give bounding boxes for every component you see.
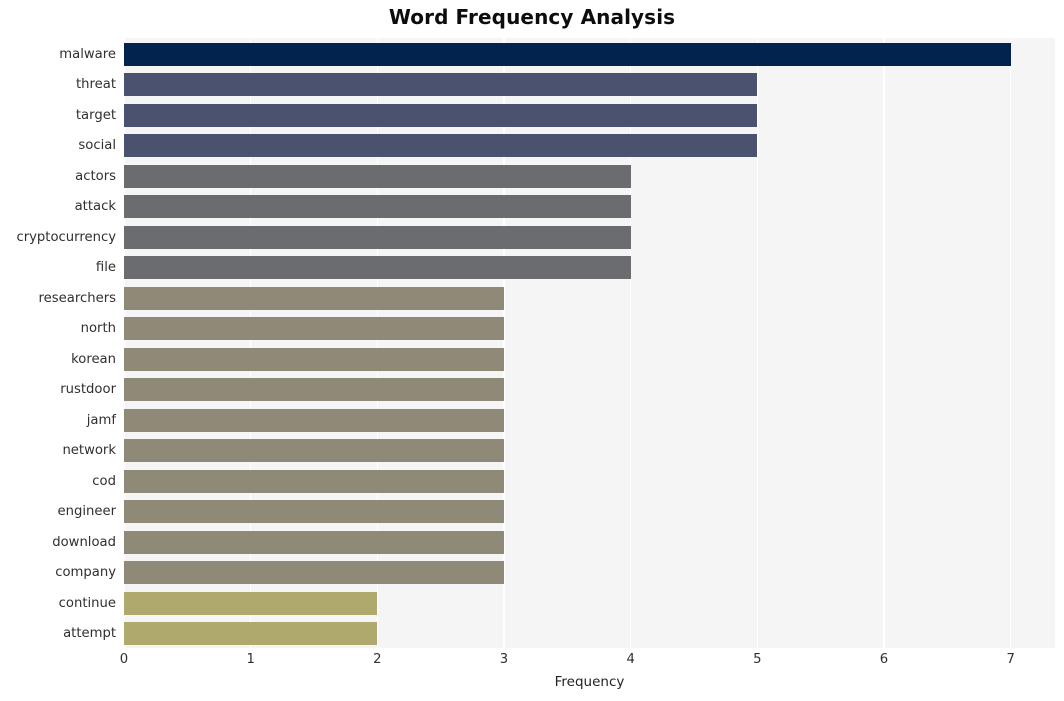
bar-engineer[interactable] bbox=[124, 500, 504, 524]
bar-row bbox=[124, 164, 1055, 188]
bar-row bbox=[124, 439, 1055, 463]
y-tick-label-attack: attack bbox=[74, 199, 116, 215]
bar-row bbox=[124, 73, 1055, 97]
x-tick-label-5: 5 bbox=[753, 652, 762, 667]
y-tick-label-threat: threat bbox=[75, 77, 116, 93]
bar-network[interactable] bbox=[124, 439, 504, 463]
bar-cryptocurrency[interactable] bbox=[124, 225, 631, 249]
x-tick-label-3: 3 bbox=[499, 652, 509, 667]
bar-threat[interactable] bbox=[124, 73, 758, 97]
gridline-x-3 bbox=[503, 38, 505, 648]
x-tick-label-2: 2 bbox=[373, 652, 382, 667]
gridline-x-1 bbox=[249, 38, 252, 648]
bar-row bbox=[124, 530, 1055, 554]
bar-row bbox=[124, 591, 1055, 615]
bar-download[interactable] bbox=[124, 530, 504, 554]
bar-target[interactable] bbox=[124, 103, 758, 127]
bar-company[interactable] bbox=[124, 561, 504, 585]
bar-continue[interactable] bbox=[124, 591, 378, 615]
bar-jamf[interactable] bbox=[124, 408, 504, 432]
y-tick-label-target: target bbox=[75, 107, 116, 123]
bar-actors[interactable] bbox=[124, 164, 631, 188]
bar-row bbox=[124, 225, 1055, 249]
bar-row bbox=[124, 622, 1055, 646]
bar-row bbox=[124, 195, 1055, 219]
gridline-x-6 bbox=[883, 38, 885, 648]
bar-row bbox=[124, 500, 1055, 524]
gridline-x-0 bbox=[124, 38, 125, 648]
bar-rustdoor[interactable] bbox=[124, 378, 504, 402]
bar-row bbox=[124, 378, 1055, 402]
bar-social[interactable] bbox=[124, 134, 758, 158]
x-tick-label-6: 6 bbox=[879, 652, 889, 667]
y-tick-label-company: company bbox=[55, 565, 116, 581]
y-tick-label-network: network bbox=[62, 443, 116, 459]
bar-row bbox=[124, 317, 1055, 341]
y-tick-label-download: download bbox=[52, 534, 116, 550]
bar-row bbox=[124, 469, 1055, 493]
chart-figure: Word Frequency Analysis malware threat tar… bbox=[0, 0, 1064, 701]
y-tick-label-social: social bbox=[78, 138, 116, 154]
gridline-x-7 bbox=[1009, 38, 1012, 648]
y-tick-label-attempt: attempt bbox=[63, 626, 116, 642]
y-tick-label-cryptocurrency: cryptocurrency bbox=[16, 229, 116, 245]
y-tick-label-actors: actors bbox=[75, 168, 116, 184]
x-tick-label-4: 4 bbox=[626, 652, 635, 667]
bar-row bbox=[124, 256, 1055, 280]
y-tick-label-file: file bbox=[95, 260, 116, 276]
gridline-x-5 bbox=[756, 38, 759, 648]
y-tick-label-jamf: jamf bbox=[86, 412, 116, 428]
y-axis-tick-labels: malware threat target social actors attack cry… bbox=[0, 38, 116, 648]
y-tick-label-engineer: engineer bbox=[57, 504, 116, 520]
x-tick-label-0: 0 bbox=[119, 652, 129, 667]
page-title: Word Frequency Analysis bbox=[388, 5, 676, 29]
x-tick-label-1: 1 bbox=[246, 652, 255, 667]
y-tick-label-north: north bbox=[80, 321, 116, 337]
x-tick-label-7: 7 bbox=[1006, 652, 1015, 667]
y-tick-label-korean: korean bbox=[71, 351, 116, 367]
bar-malware[interactable] bbox=[124, 42, 1011, 66]
bar-row bbox=[124, 286, 1055, 310]
y-tick-label-cod: cod bbox=[92, 473, 116, 489]
bar-attack[interactable] bbox=[124, 195, 631, 219]
bar-row bbox=[124, 134, 1055, 158]
bar-attempt[interactable] bbox=[124, 622, 378, 646]
gridline-x-4 bbox=[629, 38, 632, 648]
x-axis-tick-labels: 0 1 2 3 4 5 6 7 bbox=[120, 648, 1055, 674]
gridline-x-2 bbox=[376, 38, 379, 648]
y-tick-label-malware: malware bbox=[59, 46, 116, 62]
plot-area bbox=[124, 38, 1055, 648]
bar-row bbox=[124, 347, 1055, 371]
bar-row bbox=[124, 42, 1055, 66]
bar-korean[interactable] bbox=[124, 347, 504, 371]
bar-row bbox=[124, 561, 1055, 585]
bar-row bbox=[124, 408, 1055, 432]
bar-row bbox=[124, 103, 1055, 127]
bar-cod[interactable] bbox=[124, 469, 504, 493]
y-tick-label-continue: continue bbox=[58, 595, 116, 611]
bar-north[interactable] bbox=[124, 317, 504, 341]
x-axis-label: Frequency bbox=[554, 674, 625, 690]
y-tick-label-rustdoor: rustdoor bbox=[60, 382, 116, 398]
bar-file[interactable] bbox=[124, 256, 631, 280]
y-tick-label-researchers: researchers bbox=[38, 290, 116, 306]
bar-researchers[interactable] bbox=[124, 286, 504, 310]
